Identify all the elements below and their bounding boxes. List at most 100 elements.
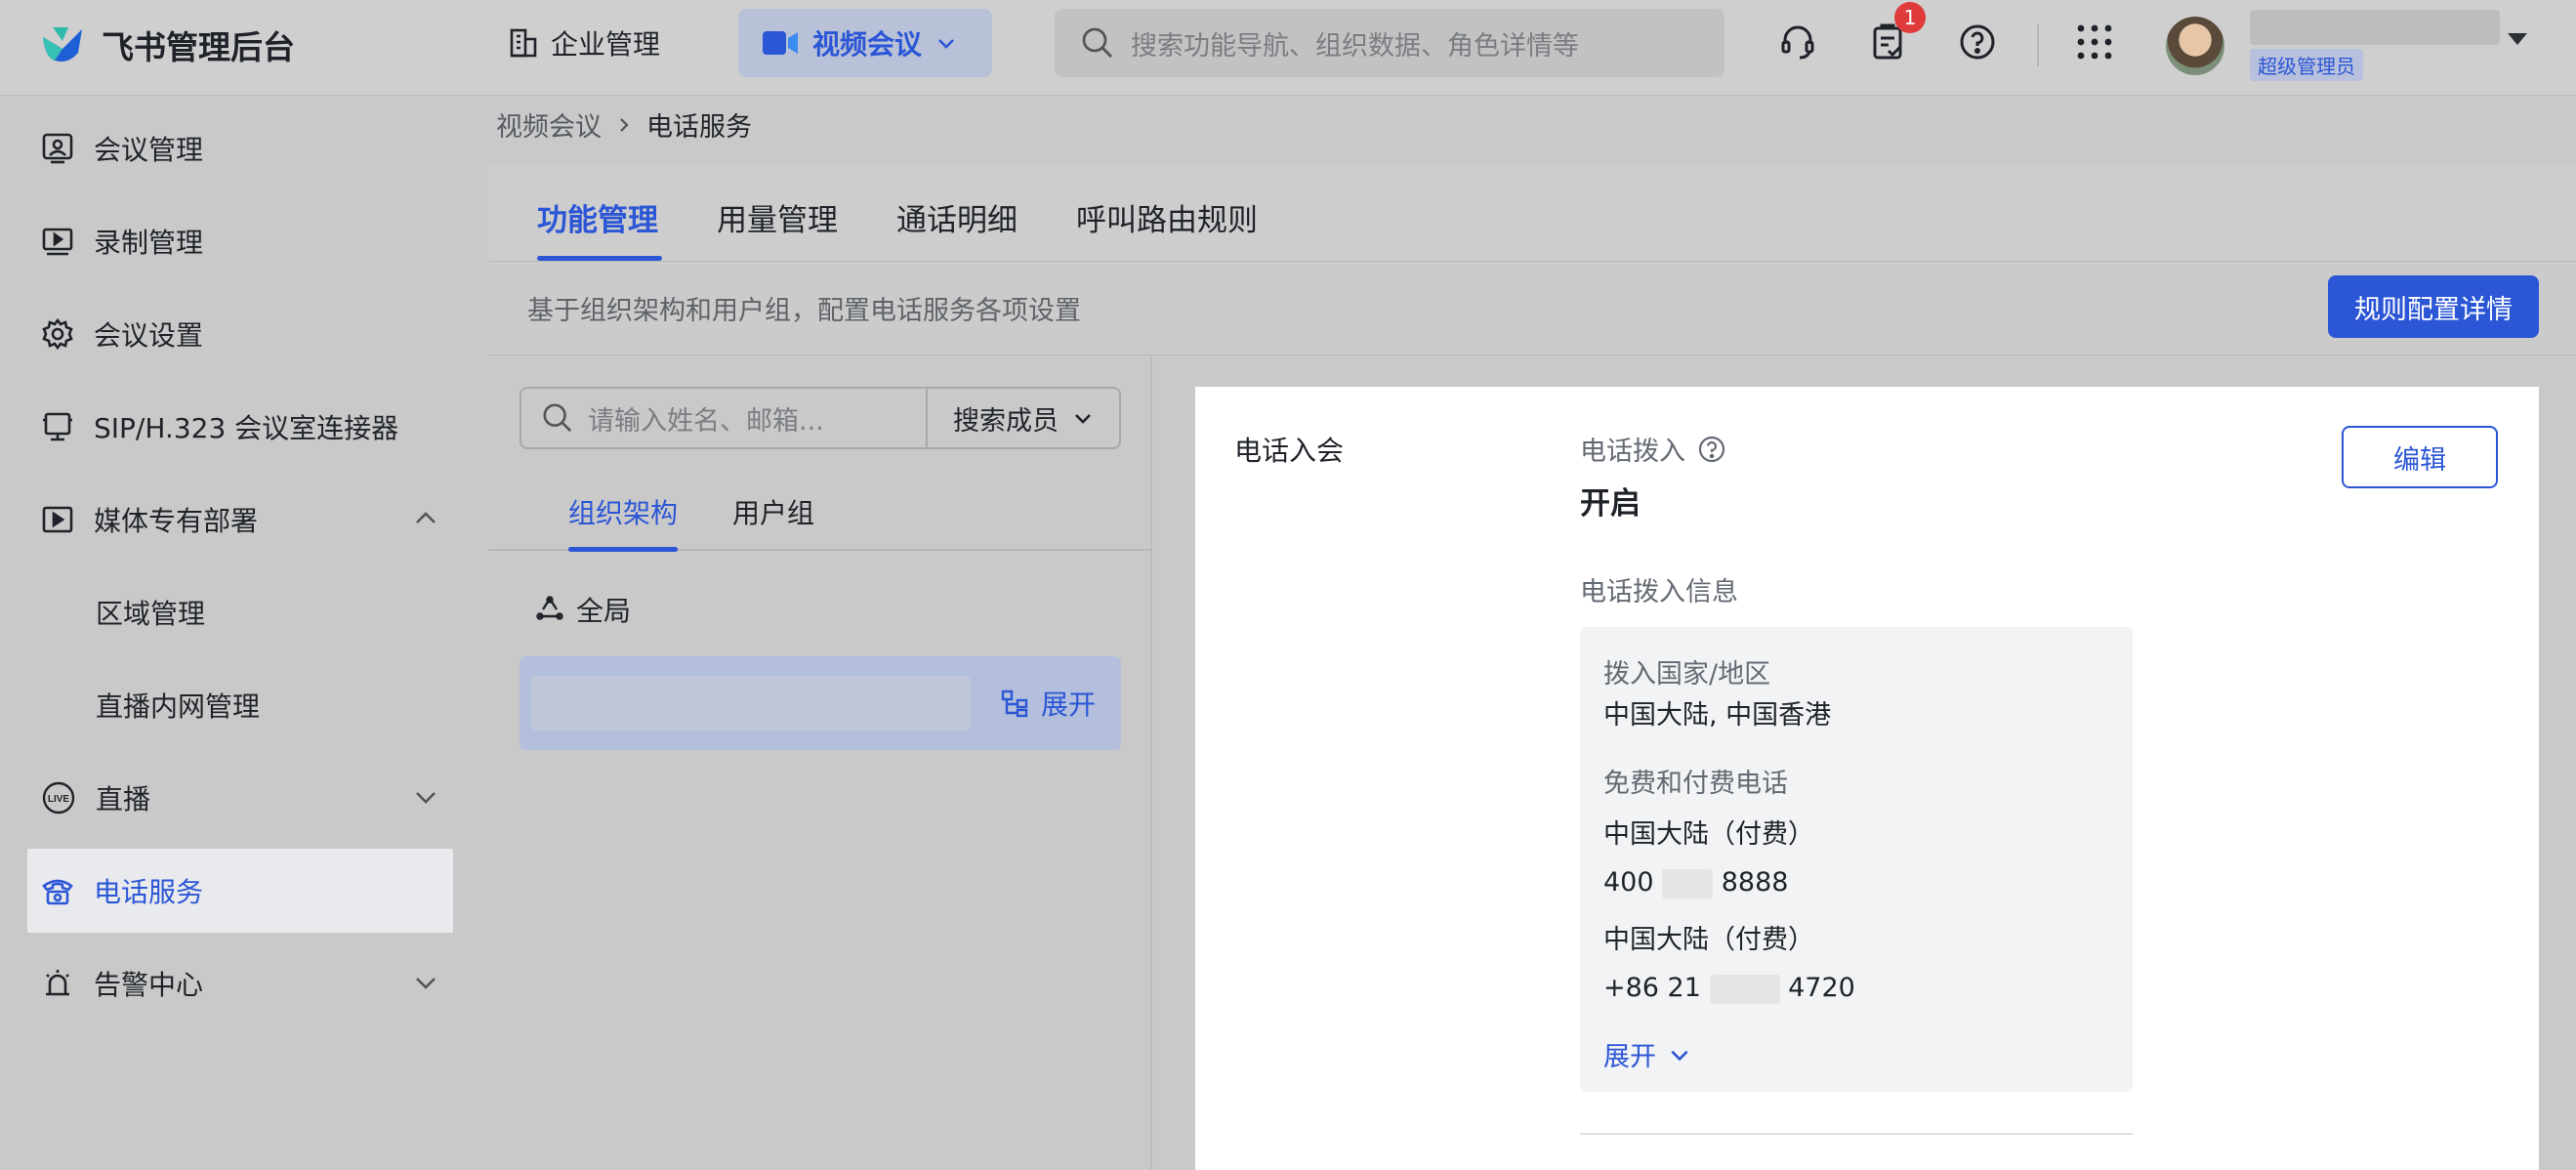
search-input[interactable]: 搜索功能导航、组织数据、角色详情等 xyxy=(1131,24,1579,63)
phone2-prefix: +86 21 xyxy=(1603,973,1701,1003)
phone2-redacted xyxy=(1709,974,1780,1004)
sidebar-item-media-deploy[interactable]: 媒体专有部署 xyxy=(27,478,453,562)
dial-in-info-box: 拨入国家/地区 中国大陆, 中国香港 免费和付费电话 中国大陆（付费） 400 … xyxy=(1580,627,2133,1092)
search-icon xyxy=(543,403,572,433)
phone-join-card: 电话入会 电话拨入 开启 编辑 电话拨入信息 拨入国家/地区 中国大陆, 中国香… xyxy=(1195,387,2539,1170)
tree-org-node[interactable]: 展开 xyxy=(519,656,1121,750)
phone1-region: 中国大陆（付费） xyxy=(1603,819,1814,850)
tree-expand-label: 展开 xyxy=(1041,689,1097,721)
rule-config-details-button[interactable]: 规则配置详情 xyxy=(2328,275,2539,338)
recording-icon xyxy=(42,228,73,256)
dial-in-label: 电话拨入 xyxy=(1580,437,1685,467)
app-logo[interactable]: 飞书管理后台 xyxy=(39,21,295,68)
search-scope-select[interactable]: 搜索成员 xyxy=(928,399,1119,438)
meeting-icon xyxy=(42,133,73,164)
phone1-suffix: 8888 xyxy=(1721,867,1789,898)
global-search[interactable]: 搜索功能导航、组织数据、角色详情等 xyxy=(1055,9,1724,77)
live-icon: LIVE xyxy=(42,781,75,815)
chevron-up-icon[interactable] xyxy=(412,505,439,532)
question-circle-icon[interactable] xyxy=(1697,435,1726,464)
sidebar-item-meeting-settings[interactable]: 会议设置 xyxy=(27,292,453,376)
app-grid-button[interactable] xyxy=(2072,20,2117,64)
sidebar-item-region-mgmt[interactable]: 区域管理 xyxy=(27,570,453,654)
room-connector-icon xyxy=(43,412,72,441)
page-description: 基于组织架构和用户组，配置电话服务各项设置 xyxy=(527,296,1081,326)
gear-icon xyxy=(42,317,73,351)
grid-dots-icon xyxy=(2077,24,2112,60)
sidebar-item-label: 告警中心 xyxy=(94,969,204,1001)
phone1-redacted xyxy=(1662,868,1714,898)
search-scope-label: 搜索成员 xyxy=(953,405,1059,437)
tree-expand-button[interactable]: 展开 xyxy=(1000,684,1096,723)
help-button[interactable] xyxy=(1955,20,2000,64)
phone2-region: 中国大陆（付费） xyxy=(1603,925,1814,955)
media-deploy-icon xyxy=(42,506,73,533)
app-title: 飞书管理后台 xyxy=(102,28,295,66)
country-label: 拨入国家/地区 xyxy=(1603,659,1771,689)
support-headset-button[interactable] xyxy=(1775,20,1820,64)
main-tabs: 功能管理 用量管理 通话明细 呼叫路由规则 xyxy=(488,166,2576,262)
svg-text:LIVE: LIVE xyxy=(48,794,70,805)
chevron-right-icon xyxy=(620,117,629,132)
sidebar-item-live[interactable]: LIVE 直播 xyxy=(27,756,453,840)
org-tree-icon xyxy=(1001,689,1028,718)
active-tab-indicator xyxy=(537,256,662,261)
chevron-down-icon xyxy=(938,39,954,49)
subtab-org-structure[interactable]: 组织架构 xyxy=(568,492,678,531)
description-bar: 基于组织架构和用户组，配置电话服务各项设置 规则配置详情 xyxy=(488,262,2576,355)
org-subtabs: 组织架构 用户组 xyxy=(488,461,1152,551)
chevron-down-icon[interactable] xyxy=(412,969,439,996)
search-icon xyxy=(1082,27,1112,58)
member-search-placeholder: 请输入姓名、邮箱... xyxy=(588,405,824,437)
feishu-logo-icon xyxy=(43,27,82,62)
enterprise-nav[interactable]: 企业管理 xyxy=(508,23,660,63)
user-menu-caret-icon[interactable] xyxy=(2508,33,2527,45)
breadcrumb-parent[interactable]: 视频会议 xyxy=(496,105,602,144)
info-expand-label: 展开 xyxy=(1603,1042,1656,1072)
alarm-icon xyxy=(46,970,69,996)
chevron-down-icon xyxy=(1671,1050,1688,1061)
phone-icon xyxy=(42,879,73,905)
tree-global-node[interactable]: 全局 xyxy=(535,590,631,629)
sidebar-item-live-intranet[interactable]: 直播内网管理 xyxy=(27,663,453,747)
sidebar-item-label: 直播内网管理 xyxy=(96,690,261,723)
chevron-down-icon[interactable] xyxy=(412,783,439,811)
headset-icon xyxy=(1781,25,1814,60)
subtab-user-groups[interactable]: 用户组 xyxy=(732,492,814,531)
sidebar-item-alarm-center[interactable]: 告警中心 xyxy=(27,941,453,1025)
sidebar-item-recordings[interactable]: 录制管理 xyxy=(27,199,453,283)
tab-feature-mgmt[interactable]: 功能管理 xyxy=(537,195,658,239)
phone2-number: +86 21 4720 xyxy=(1603,973,1855,1004)
question-circle-icon xyxy=(1960,24,1995,60)
org-panel: 请输入姓名、邮箱... 搜索成员 组织架构 用户组 全局 展开 xyxy=(488,355,1152,1170)
member-search-input[interactable]: 请输入姓名、邮箱... xyxy=(521,389,928,447)
sidebar-item-label: 直播 xyxy=(96,783,151,815)
sidebar-item-label: 电话服务 xyxy=(94,876,204,908)
role-tag: 超级管理员 xyxy=(2250,49,2363,81)
section-divider xyxy=(1580,1133,2133,1135)
notification-badge: 1 xyxy=(1894,2,1926,33)
video-camera-icon xyxy=(763,31,798,55)
tab-usage-mgmt[interactable]: 用量管理 xyxy=(717,195,838,239)
top-bar: 飞书管理后台 企业管理 视频会议 搜索功能导航、组织数据、角色详情等 1 超级管… xyxy=(0,0,2576,96)
org-name-redacted xyxy=(531,676,971,731)
member-search-box: 请输入姓名、邮箱... 搜索成员 xyxy=(519,387,1121,449)
edit-button[interactable]: 编辑 xyxy=(2342,426,2498,488)
tab-call-details[interactable]: 通话明细 xyxy=(896,195,1018,239)
phone1-prefix: 400 xyxy=(1603,867,1654,898)
breadcrumb-current: 电话服务 xyxy=(646,112,752,143)
chevron-down-icon xyxy=(1075,414,1091,424)
sidebar-item-phone-service[interactable]: 电话服务 xyxy=(27,849,453,933)
sidebar-item-label: SIP/H.323 会议室连接器 xyxy=(94,412,399,444)
phone2-suffix: 4720 xyxy=(1788,973,1855,1003)
sidebar-item-label: 会议管理 xyxy=(94,134,204,166)
user-avatar[interactable] xyxy=(2166,17,2224,75)
sidebar-item-sip-connector[interactable]: SIP/H.323 会议室连接器 xyxy=(27,385,453,469)
sidebar-item-label: 录制管理 xyxy=(94,227,204,259)
phone1-number: 400 8888 xyxy=(1603,867,1788,898)
sidebar-item-meetings[interactable]: 会议管理 xyxy=(27,106,453,190)
product-switcher[interactable]: 视频会议 xyxy=(738,9,992,77)
tab-call-routing[interactable]: 呼叫路由规则 xyxy=(1076,195,1258,239)
info-expand-button[interactable]: 展开 xyxy=(1603,1035,1691,1073)
breadcrumb: 视频会议 电话服务 xyxy=(496,105,752,144)
